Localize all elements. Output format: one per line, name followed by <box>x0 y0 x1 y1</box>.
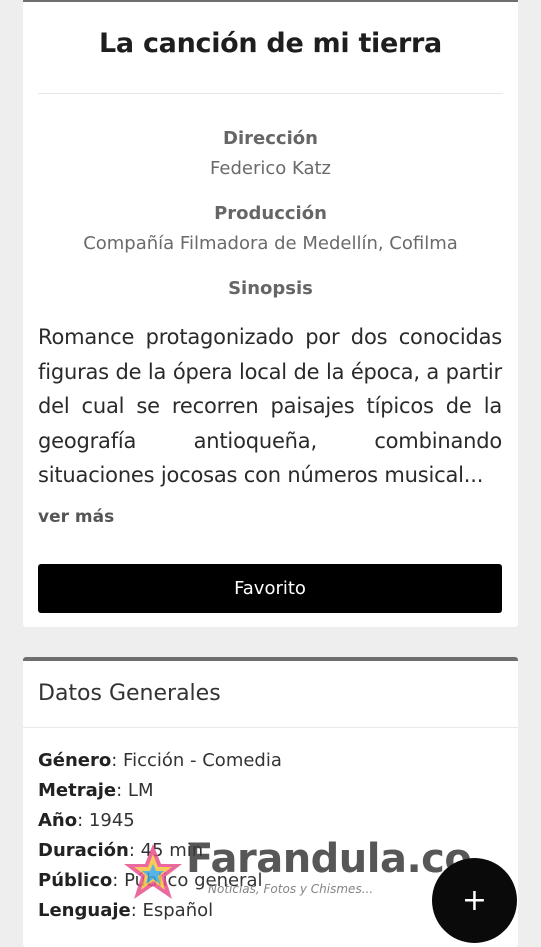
field-key: Duración <box>38 840 129 861</box>
field-key: Lenguaje <box>38 900 131 921</box>
add-fab-button[interactable]: + <box>432 858 517 943</box>
divider <box>38 93 503 94</box>
field-genre: Género: Ficción - Comedia <box>38 746 282 776</box>
direction-label: Dirección <box>223 128 318 149</box>
field-audience: Público: Público general <box>38 866 282 896</box>
field-value: : Público general <box>112 870 263 891</box>
field-key: Género <box>38 750 112 771</box>
general-data-title: Datos Generales <box>38 681 221 706</box>
movie-title: La canción de mi tierra <box>99 28 442 59</box>
field-value: : 1945 <box>77 810 135 831</box>
field-value: : Ficción - Comedia <box>111 750 282 771</box>
field-value: : LM <box>116 780 154 801</box>
direction-value: Federico Katz <box>210 158 331 179</box>
field-key: Año <box>38 810 78 831</box>
synopsis-label: Sinopsis <box>228 278 313 299</box>
field-duration: Duración: 45 min <box>38 836 282 866</box>
divider <box>23 727 518 728</box>
field-value: : Español <box>130 900 214 921</box>
movie-card: La canción de mi tierra Dirección Federi… <box>23 0 518 627</box>
field-language: Lenguaje: Español <box>38 896 282 926</box>
field-year: Año: 1945 <box>38 806 282 836</box>
see-more-link[interactable]: ver más <box>38 507 114 527</box>
production-label: Producción <box>214 203 327 224</box>
field-key: Público <box>38 870 113 891</box>
plus-icon: + <box>461 883 488 918</box>
production-value: Compañía Filmadora de Medellín, Cofilma <box>83 233 458 254</box>
field-key: Metraje <box>38 780 117 801</box>
field-length: Metraje: LM <box>38 776 282 806</box>
synopsis-text: Romance protagonizado por dos conocidas … <box>38 325 502 487</box>
general-fields: Género: Ficción - Comedia Metraje: LM Añ… <box>38 746 282 926</box>
favorite-button[interactable]: Favorito <box>38 564 502 613</box>
field-value: : 45 min <box>128 840 204 861</box>
